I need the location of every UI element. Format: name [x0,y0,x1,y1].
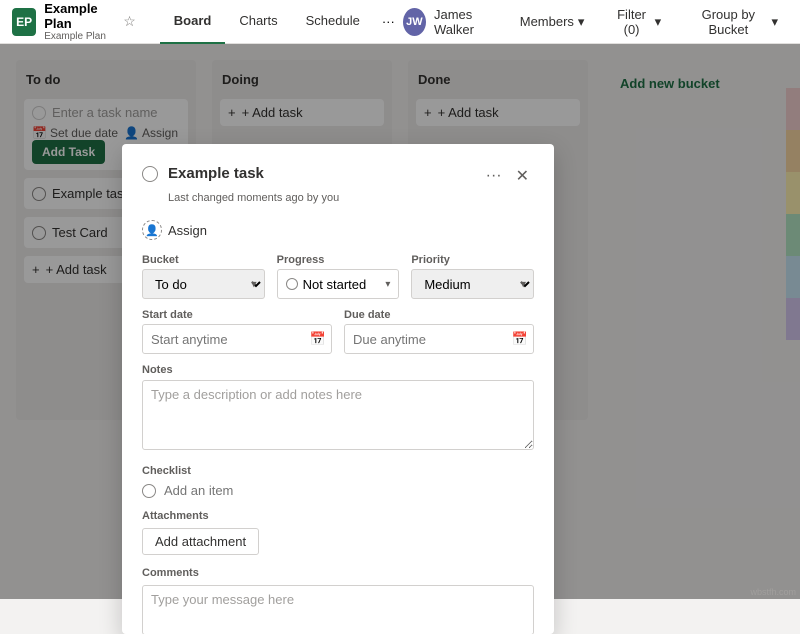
due-date-input[interactable] [344,324,534,354]
checklist-section: Checklist [142,465,534,498]
task-detail-modal: Example task ··· ✕ Last changed moments … [122,144,554,634]
comments-label: Comments [142,567,534,579]
members-button[interactable]: Members ▾ [510,10,595,34]
modal-more-options-button[interactable]: ··· [481,164,507,188]
user-avatar: JW [403,8,426,36]
notes-textarea[interactable] [142,380,534,450]
start-date-wrap: 📅 [142,324,332,354]
assign-icon: 👤 [142,220,162,240]
modal-last-changed: Last changed moments ago by you [168,192,534,204]
progress-value: Not started [303,277,381,292]
tab-charts[interactable]: Charts [225,0,291,44]
form-row-bucket-progress-priority: Bucket To do Doing Done Progress Not sta… [142,254,534,299]
nav-more-btn[interactable]: ··· [374,0,403,44]
start-date-label: Start date [142,309,332,321]
progress-group: Progress Not started ▾ [277,254,400,299]
attachments-section: Attachments Add attachment [142,510,534,555]
radio-icon [286,278,298,290]
modal-close-button[interactable]: ✕ [511,164,534,188]
progress-label: Progress [277,254,400,266]
bucket-group: Bucket To do Doing Done [142,254,265,299]
notes-label: Notes [142,364,534,376]
filter-button[interactable]: Filter (0) ▾ [602,3,671,41]
nav-tabs: Board Charts Schedule ··· [160,0,403,44]
comments-section: Comments Send [142,567,534,634]
notes-section: Notes [142,364,534,453]
checklist-label: Checklist [142,465,534,477]
project-info: Example Plan Example Plan [44,1,117,42]
project-logo: EP Example Plan Example Plan ☆ [12,1,136,42]
comments-textarea[interactable] [142,585,534,634]
priority-group: Priority Urgent Important Medium Low [411,254,534,299]
assign-label: Assign [168,223,207,238]
priority-select-wrapper: Urgent Important Medium Low [411,269,534,299]
project-sub: Example Plan [44,31,117,42]
tab-schedule[interactable]: Schedule [292,0,374,44]
modal-task-title: Example task [168,165,264,182]
checklist-add-input[interactable] [164,483,534,498]
modal-header-actions: ··· ✕ [481,164,534,188]
add-attachment-button[interactable]: Add attachment [142,528,259,555]
due-date-wrap: 📅 [344,324,534,354]
header-right: JW James Walker Members ▾ Filter (0) ▾ G… [403,3,788,41]
due-date-label: Due date [344,309,534,321]
start-date-input[interactable] [142,324,332,354]
project-name: Example Plan [44,1,117,31]
date-row: Start date 📅 Due date 📅 [142,309,534,354]
chevron-down-icon: ▾ [771,14,778,30]
due-date-group: Due date 📅 [344,309,534,354]
progress-select-display[interactable]: Not started ▾ [277,269,400,299]
app-header: EP Example Plan Example Plan ☆ Board Cha… [0,0,800,44]
bucket-select[interactable]: To do Doing Done [142,269,265,299]
modal-header: Example task ··· ✕ [142,164,534,188]
priority-select[interactable]: Urgent Important Medium Low [411,269,534,299]
task-complete-circle-icon[interactable] [142,166,158,182]
group-by-button[interactable]: Group by Bucket ▾ [679,3,788,41]
assign-row[interactable]: 👤 Assign [142,214,534,246]
watermark: wbstfh.com [750,587,796,597]
checklist-circle-icon [142,484,156,498]
user-name: James Walker [434,7,502,37]
modal-title-area: Example task [142,164,481,182]
attachments-label: Attachments [142,510,534,522]
bucket-label: Bucket [142,254,265,266]
bucket-select-wrapper: To do Doing Done [142,269,265,299]
chevron-down-icon: ▾ [578,14,585,30]
start-date-group: Start date 📅 [142,309,332,354]
tab-board[interactable]: Board [160,0,226,44]
board-area: To do 📅 Set due date 👤 Assign [0,44,800,599]
star-icon[interactable]: ☆ [123,13,136,30]
chevron-down-icon: ▾ [385,279,390,290]
logo-initials: EP [12,8,36,36]
chevron-down-icon: ▾ [655,14,662,30]
checklist-add-row [142,483,534,498]
priority-label: Priority [411,254,534,266]
